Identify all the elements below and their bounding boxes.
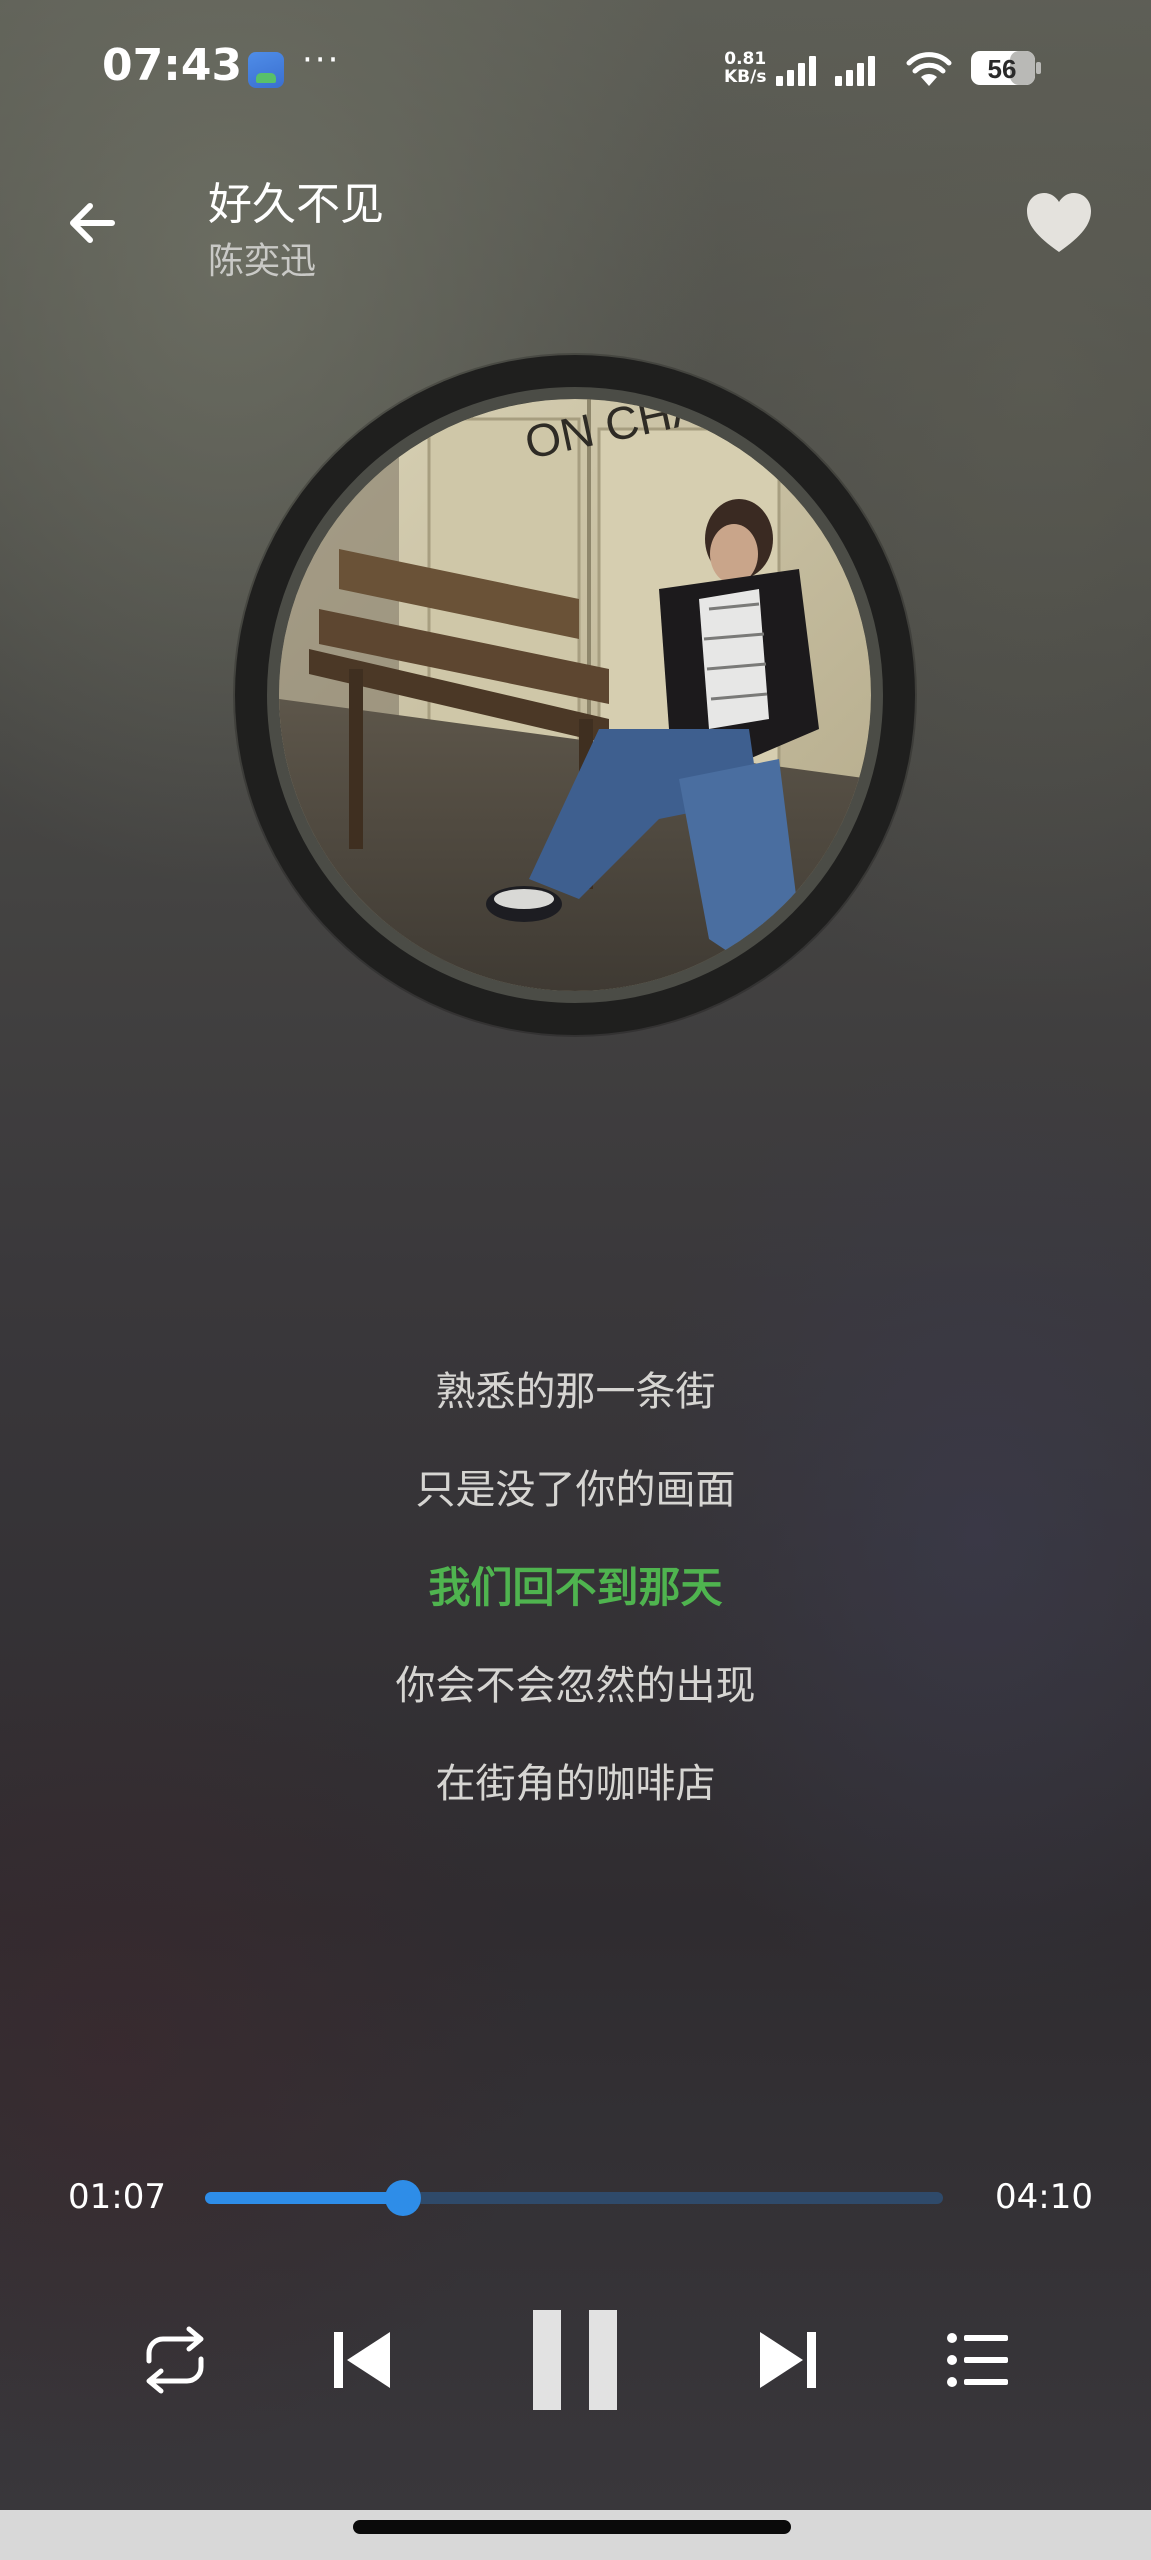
- navigation-bar: [0, 2510, 1151, 2560]
- progress-bar[interactable]: [205, 2180, 943, 2216]
- album-cover-image: ON CHAN: [279, 399, 871, 991]
- skip-previous-icon: [334, 2332, 390, 2388]
- artist-name[interactable]: 陈奕迅: [208, 232, 316, 284]
- battery-level: 56: [988, 54, 1017, 84]
- lyric-line: 你会不会忽然的出现: [395, 1663, 756, 1709]
- current-time: 01:07: [68, 2177, 166, 2217]
- network-speed: 0.81 KB/s: [724, 50, 766, 86]
- album-disc: ON CHAN: [235, 355, 915, 1035]
- lyric-line: 只是没了你的画面: [415, 1467, 736, 1513]
- progress-thumb[interactable]: [384, 2180, 421, 2216]
- progress-fill: [205, 2192, 403, 2204]
- app-notification-icon: [248, 52, 284, 88]
- network-speed-value: 0.81: [724, 49, 767, 69]
- skip-next-icon: [760, 2332, 816, 2388]
- pause-icon: [533, 2310, 617, 2410]
- status-time: 07:43: [102, 40, 243, 91]
- previous-button[interactable]: [322, 2300, 402, 2420]
- lyric-line: 熟悉的那一条街: [435, 1369, 716, 1415]
- back-arrow-icon[interactable]: [60, 190, 126, 256]
- heart-icon[interactable]: [1024, 190, 1094, 256]
- lyric-line-current: 我们回不到那天: [428, 1563, 723, 1612]
- battery-icon: 56: [971, 51, 1041, 85]
- lyric-line: 在街角的咖啡店: [435, 1761, 716, 1807]
- more-notifications-icon: ···: [302, 40, 341, 80]
- next-button[interactable]: [748, 2300, 828, 2420]
- total-time: 04:10: [995, 2177, 1093, 2217]
- repeat-button[interactable]: [130, 2300, 220, 2420]
- playlist-button[interactable]: [938, 2300, 1018, 2420]
- song-title: 好久不见: [208, 179, 384, 230]
- play-pause-button[interactable]: [520, 2300, 630, 2420]
- signal-strength-icon-2: [835, 50, 875, 86]
- wifi-icon: [906, 52, 952, 86]
- repeat-icon: [146, 2326, 204, 2394]
- network-speed-unit: KB/s: [724, 67, 767, 87]
- lyrics-panel[interactable]: 熟悉的那一条街 只是没了你的画面 我们回不到那天 你会不会忽然的出现 在街角的咖…: [0, 1355, 1151, 1845]
- status-bar: 07:43 ··· 0.81 KB/s 56: [0, 0, 1151, 140]
- signal-strength-icon: [776, 50, 816, 86]
- home-indicator[interactable]: [353, 2520, 791, 2534]
- album-cover: ON CHAN: [267, 387, 883, 1003]
- playlist-icon: [947, 2333, 1008, 2387]
